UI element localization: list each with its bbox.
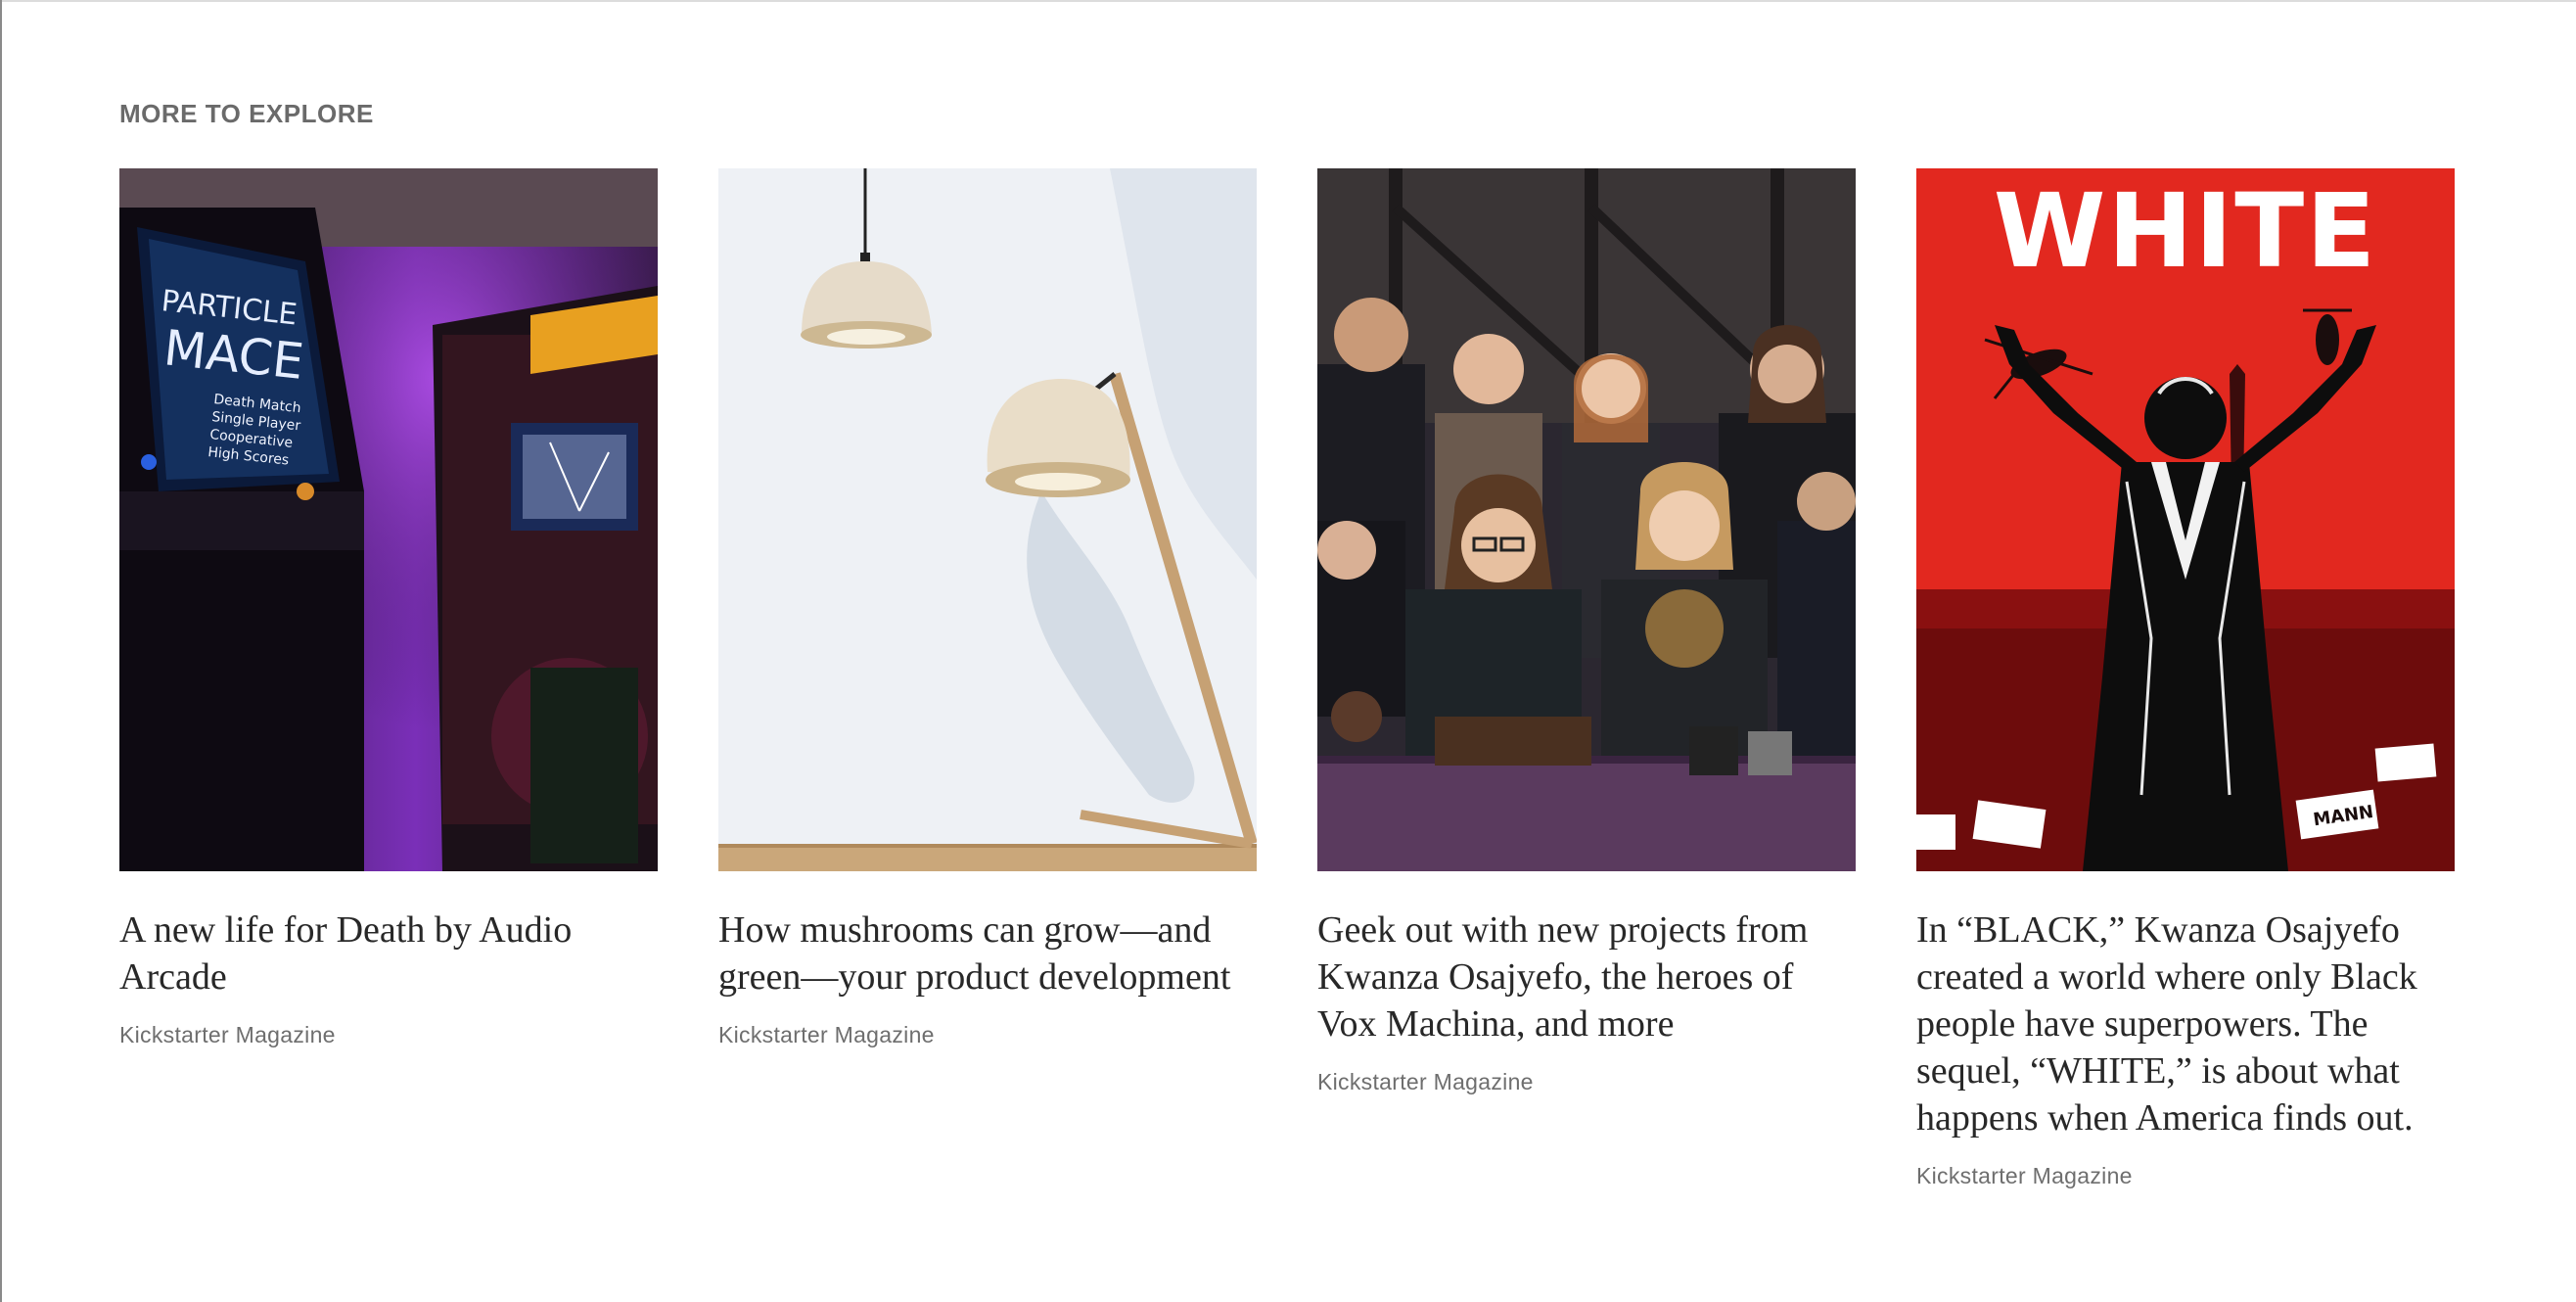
article-title[interactable]: In “BLACK,” Kwanza Osajyefo created a wo…	[1916, 907, 2455, 1141]
article-image-white-comic[interactable]: WHITE MANN	[1916, 168, 2455, 871]
article-image-arcade[interactable]: PARTICLE MACE Death Match Single Player …	[119, 168, 658, 871]
article-source: Kickstarter Magazine	[718, 1022, 935, 1047]
article-title[interactable]: A new life for Death by Audio Arcade	[119, 907, 658, 1000]
section-title: MORE TO EXPLORE	[119, 99, 374, 128]
cover-title: WHITE	[1994, 171, 2377, 291]
article-title[interactable]: Geek out with new projects from Kwanza O…	[1317, 907, 1856, 1047]
article-image-vox-machina[interactable]	[1317, 168, 1856, 871]
window-left-border	[0, 0, 2, 1302]
article-card-arcade[interactable]: PARTICLE MACE Death Match Single Player …	[119, 168, 658, 1189]
white-comic-cover: WHITE MANN	[1916, 168, 2455, 871]
article-card-white-comic[interactable]: WHITE MANN In “BLACK,” Kwanza Osajyefo c…	[1916, 168, 2455, 1189]
article-card-vox-machina[interactable]: Geek out with new projects from Kwanza O…	[1317, 168, 1856, 1189]
mushroom-lamps-photo	[718, 168, 1257, 871]
window-top-border	[0, 0, 2576, 2]
more-to-explore-section: MORE TO EXPLORE PARTICLE MACE Death Matc…	[119, 94, 2459, 1188]
article-title[interactable]: How mushrooms can grow—and green—your pr…	[718, 907, 1257, 1000]
article-grid: PARTICLE MACE Death Match Single Player …	[119, 168, 2455, 1189]
vox-machina-cast-photo	[1317, 168, 1856, 871]
article-image-mushrooms[interactable]	[718, 168, 1257, 871]
article-source: Kickstarter Magazine	[119, 1022, 336, 1047]
article-source: Kickstarter Magazine	[1916, 1163, 2133, 1188]
article-source: Kickstarter Magazine	[1317, 1069, 1534, 1094]
arcade-cabinets-photo: PARTICLE MACE Death Match Single Player …	[119, 168, 658, 871]
article-card-mushrooms[interactable]: How mushrooms can grow—and green—your pr…	[718, 168, 1257, 1189]
